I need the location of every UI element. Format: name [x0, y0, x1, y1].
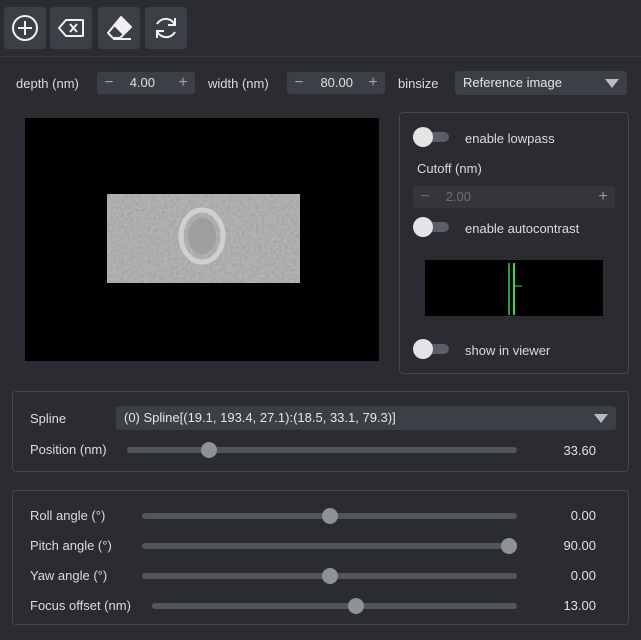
pitch-angle-slider-handle[interactable] [501, 538, 517, 554]
roll-angle-slider[interactable] [142, 508, 517, 524]
cutoff-decrement-button[interactable]: − [415, 186, 435, 208]
chevron-down-icon [605, 79, 619, 88]
position-value: 33.60 [563, 443, 596, 458]
depth-spinbox[interactable]: − 4.00 + [97, 72, 195, 94]
binsize-dropdown[interactable]: Reference image [455, 71, 627, 95]
depth-increment-button[interactable]: + [173, 72, 193, 94]
pitch-angle-value: 90.00 [563, 538, 596, 553]
pitch-angle-label: Pitch angle (°) [30, 538, 112, 553]
histogram-plot[interactable] [425, 260, 603, 316]
focus-offset-slider[interactable] [152, 598, 517, 614]
focus-offset-value: 13.00 [563, 598, 596, 613]
filter-panel: enable lowpass Cutoff (nm) − 2.00 + enab… [399, 112, 629, 374]
position-slider[interactable] [127, 442, 517, 458]
lowpass-label: enable lowpass [465, 131, 555, 146]
roll-angle-slider-handle[interactable] [321, 508, 338, 524]
refresh-button[interactable] [145, 7, 187, 49]
depth-label: depth (nm) [16, 76, 79, 91]
cutoff-increment-button[interactable]: + [593, 186, 613, 208]
position-label: Position (nm) [30, 442, 107, 457]
width-spinbox[interactable]: − 80.00 + [287, 72, 385, 94]
refresh-icon [156, 17, 176, 39]
pitch-angle-slider[interactable] [142, 538, 517, 554]
depth-value[interactable]: 4.00 [121, 75, 155, 90]
width-decrement-button[interactable]: − [289, 72, 309, 94]
focus-offset-slider-handle[interactable] [348, 598, 365, 614]
delete-button[interactable] [50, 7, 92, 49]
spline-panel: Spline (0) Spline[(19.1, 193.4, 27.1):(1… [12, 391, 629, 472]
focus-offset-label: Focus offset (nm) [30, 598, 131, 613]
autocontrast-label: enable autocontrast [465, 221, 580, 236]
angles-panel: Roll angle (°) 0.00 Pitch angle (°) 90.0… [12, 490, 629, 625]
yaw-angle-value: 0.00 [570, 568, 596, 583]
show-in-viewer-label: show in viewer [465, 343, 551, 358]
histogram-graphic [508, 263, 522, 315]
yaw-angle-slider-handle[interactable] [321, 568, 338, 584]
position-slider-handle[interactable] [200, 442, 217, 458]
binsize-label: binsize [398, 76, 439, 91]
toolbar [0, 0, 641, 57]
depth-decrement-button[interactable]: − [99, 72, 119, 94]
spline-selected: (0) Spline[(19.1, 193.4, 27.1):(18.5, 33… [124, 410, 396, 425]
add-circle-icon [12, 15, 38, 41]
roll-angle-label: Roll angle (°) [30, 508, 106, 523]
yaw-angle-label: Yaw angle (°) [30, 568, 108, 583]
lowpass-toggle[interactable] [413, 127, 449, 147]
width-value[interactable]: 80.00 [311, 75, 353, 90]
image-viewer[interactable] [25, 118, 379, 361]
spline-label: Spline [30, 411, 67, 426]
backspace-icon [58, 19, 84, 37]
chevron-down-icon [594, 414, 608, 423]
cutoff-label: Cutoff (nm) [417, 161, 482, 176]
autocontrast-toggle[interactable] [413, 217, 449, 237]
eraser-icon [107, 16, 132, 40]
spline-dropdown[interactable]: (0) Spline[(19.1, 193.4, 27.1):(18.5, 33… [116, 406, 616, 430]
binsize-selected: Reference image [463, 75, 562, 90]
add-button[interactable] [4, 7, 46, 49]
yaw-angle-slider[interactable] [142, 568, 517, 584]
erase-button[interactable] [98, 7, 140, 49]
cutoff-value[interactable]: 2.00 [441, 189, 471, 204]
roll-angle-value: 0.00 [570, 508, 596, 523]
width-label: width (nm) [208, 76, 269, 91]
width-increment-button[interactable]: + [363, 72, 383, 94]
cutoff-spinbox[interactable]: − 2.00 + [413, 186, 615, 208]
show-in-viewer-toggle[interactable] [413, 339, 449, 359]
tomogram-slice-image [107, 194, 300, 283]
